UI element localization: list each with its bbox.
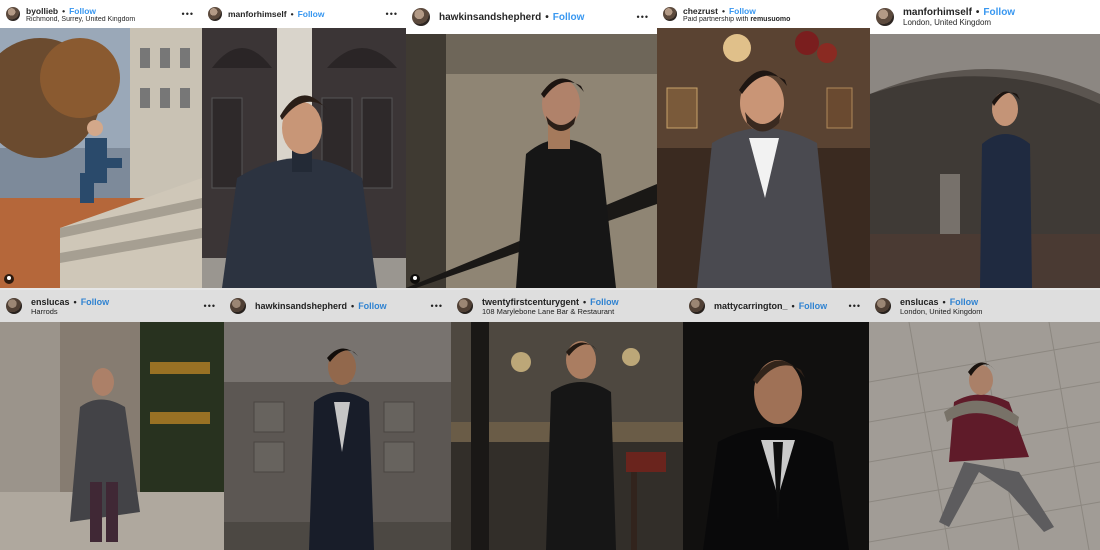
username[interactable]: enslucas xyxy=(31,297,70,307)
post-header: byollieb • Follow Richmond, Surrey, United… xyxy=(0,0,202,28)
location-link[interactable]: Richmond, Surrey, United Kingdom xyxy=(26,16,182,23)
username[interactable]: enslucas xyxy=(900,297,939,307)
username[interactable]: chezrust xyxy=(683,6,718,16)
post-card-10: enslucas • Follow London, United Kingdom xyxy=(869,290,1100,550)
avatar[interactable] xyxy=(208,7,222,21)
post-photo[interactable] xyxy=(870,34,1100,288)
post-card-9: mattycarrington_ • Follow ••• xyxy=(683,290,869,550)
avatar[interactable] xyxy=(6,298,22,314)
more-options-icon[interactable]: ••• xyxy=(637,12,649,22)
avatar[interactable] xyxy=(230,298,246,314)
follow-button[interactable]: Follow xyxy=(298,9,325,19)
follow-button[interactable]: Follow xyxy=(81,297,110,307)
avatar[interactable] xyxy=(457,298,473,314)
post-photo[interactable] xyxy=(0,322,224,550)
post-header: hawkinsandshepherd • Follow ••• xyxy=(224,290,451,322)
location-link[interactable]: 108 Marylebone Lane Bar & Restaurant xyxy=(482,307,675,316)
avatar[interactable] xyxy=(663,7,677,21)
post-photo[interactable] xyxy=(0,28,202,288)
post-card-5: manforhimself • Follow London, United King… xyxy=(870,0,1100,288)
post-photo[interactable] xyxy=(869,322,1100,550)
partner-link[interactable]: remusuomo xyxy=(750,16,790,23)
username[interactable]: manforhimself xyxy=(228,9,287,19)
follow-button[interactable]: Follow xyxy=(590,297,619,307)
post-header: twentyfirstcenturygent • Follow 108 Maryle… xyxy=(451,290,683,322)
post-card-8: twentyfirstcenturygent • Follow 108 Maryle… xyxy=(451,290,683,550)
more-options-icon[interactable]: ••• xyxy=(386,9,398,19)
post-header: enslucas • Follow London, United Kingdom xyxy=(869,290,1100,322)
post-header: hawkinsandshepherd • Follow ••• xyxy=(406,0,657,34)
username[interactable]: byollieb xyxy=(26,6,58,16)
post-card-3: hawkinsandshepherd • Follow ••• xyxy=(406,0,657,288)
avatar[interactable] xyxy=(876,8,894,26)
username[interactable]: hawkinsandshepherd xyxy=(439,12,541,23)
post-header: chezrust • Follow Paid partnership with re… xyxy=(657,0,870,28)
more-options-icon[interactable]: ••• xyxy=(849,301,861,311)
follow-button[interactable]: Follow xyxy=(553,12,585,23)
follow-button[interactable]: Follow xyxy=(950,297,979,307)
post-photo[interactable] xyxy=(657,28,870,288)
avatar[interactable] xyxy=(6,7,20,21)
location-link[interactable]: London, United Kingdom xyxy=(903,18,1092,27)
avatar[interactable] xyxy=(689,298,705,314)
location-link[interactable]: Harrods xyxy=(31,307,204,316)
username[interactable]: hawkinsandshepherd xyxy=(255,301,347,311)
post-photo[interactable] xyxy=(202,28,406,288)
follow-button[interactable]: Follow xyxy=(358,301,387,311)
post-card-7: hawkinsandshepherd • Follow ••• xyxy=(224,290,451,550)
username[interactable]: manforhimself xyxy=(903,7,972,18)
post-header: mattycarrington_ • Follow ••• xyxy=(683,290,869,322)
follow-button[interactable]: Follow xyxy=(799,301,828,311)
avatar[interactable] xyxy=(875,298,891,314)
follow-button[interactable]: Follow xyxy=(983,7,1015,18)
more-options-icon[interactable]: ••• xyxy=(182,9,194,19)
post-photo[interactable] xyxy=(406,34,657,288)
follow-button[interactable]: Follow xyxy=(69,6,96,16)
avatar[interactable] xyxy=(412,8,430,26)
post-photo[interactable] xyxy=(683,322,869,550)
user-tag-icon[interactable] xyxy=(4,274,14,284)
post-card-6: enslucas • Follow Harrods ••• xyxy=(0,290,224,550)
post-photo[interactable] xyxy=(224,322,451,550)
follow-button[interactable]: Follow xyxy=(729,6,756,16)
username[interactable]: twentyfirstcenturygent xyxy=(482,297,579,307)
post-photo[interactable] xyxy=(451,322,683,550)
post-header: manforhimself • Follow London, United King… xyxy=(870,0,1100,34)
user-tag-icon[interactable] xyxy=(410,274,420,284)
post-card-1: byollieb • Follow Richmond, Surrey, United… xyxy=(0,0,202,288)
post-header: enslucas • Follow Harrods ••• xyxy=(0,290,224,322)
post-header: manforhimself • Follow ••• xyxy=(202,0,406,28)
more-options-icon[interactable]: ••• xyxy=(431,301,443,311)
location-link[interactable]: London, United Kingdom xyxy=(900,307,1092,316)
paid-partnership-label: Paid partnership with xyxy=(683,15,749,23)
more-options-icon[interactable]: ••• xyxy=(204,301,216,311)
post-card-2: manforhimself • Follow ••• xyxy=(202,0,406,288)
post-card-4: chezrust • Follow Paid partnership with re… xyxy=(657,0,870,288)
username[interactable]: mattycarrington_ xyxy=(714,301,788,311)
